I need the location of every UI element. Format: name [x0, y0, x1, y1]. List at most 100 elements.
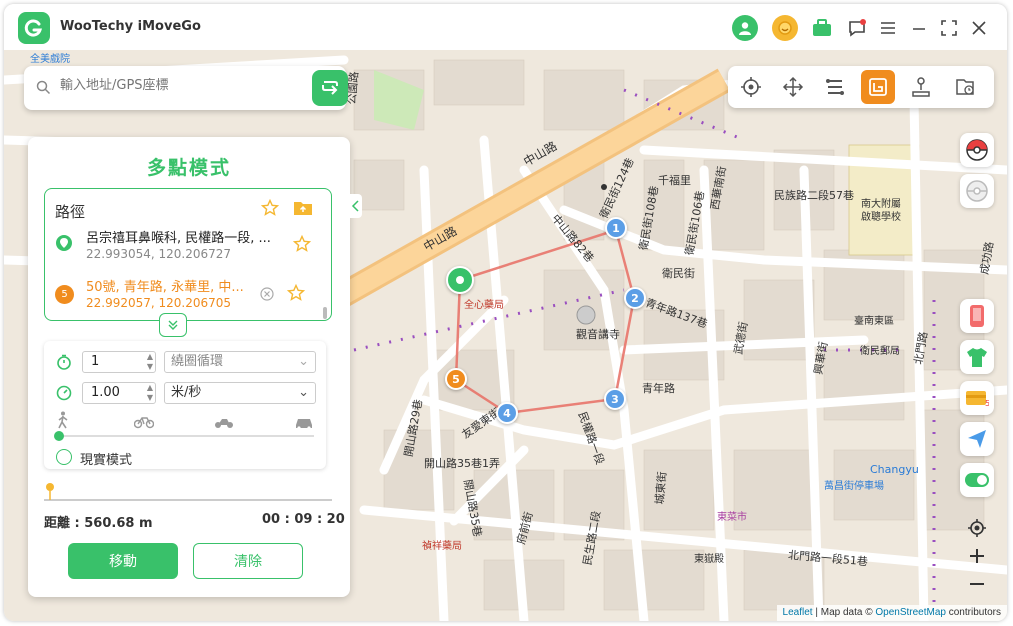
speedometer-icon	[56, 385, 72, 405]
expand-list-button[interactable]	[159, 313, 187, 337]
map-label: 禎祥藥局	[422, 541, 462, 552]
time-label: 00 : 09 : 20	[262, 512, 345, 527]
route-lines-icon[interactable]	[818, 70, 852, 104]
history-icon[interactable]	[948, 70, 982, 104]
route-item-coord: 22.993054, 120.206727	[86, 247, 232, 261]
svg-text:5: 5	[985, 399, 989, 408]
joystick-icon[interactable]	[904, 70, 938, 104]
zoom-out-icon[interactable]	[960, 567, 994, 601]
map-label: 千福里	[658, 174, 691, 187]
leaflet-link[interactable]: Leaflet	[783, 607, 813, 618]
move-button[interactable]: 移動	[68, 543, 178, 579]
route-pin-1[interactable]: 1	[605, 217, 627, 239]
map-label: 全心藥局	[464, 300, 504, 311]
chevron-double-down-icon	[168, 320, 178, 330]
favorite-route-icon[interactable]	[260, 198, 280, 221]
loop-mode-select[interactable]: 繞圈循環 ⌄	[164, 351, 316, 373]
user-avatar-icon[interactable]	[732, 15, 758, 41]
search-go-button[interactable]	[312, 70, 348, 106]
toolbox-icon[interactable]	[809, 15, 835, 41]
send-icon[interactable]	[960, 422, 994, 456]
save-folder-icon[interactable]	[293, 199, 313, 221]
search-bar	[24, 66, 348, 110]
route-item-name: 呂宗禧耳鼻喉科, 民權路一段, ...	[86, 231, 271, 246]
loop-count-value: 1	[91, 354, 100, 369]
pokeball-disabled-icon[interactable]	[960, 174, 994, 208]
tshirt-icon[interactable]	[960, 340, 994, 374]
loop-mode-value: 繞圈循環	[171, 354, 224, 369]
distance-label: 距離 : 560.68 m	[44, 516, 153, 531]
coin-icon[interactable]	[772, 15, 798, 41]
clear-button[interactable]: 清除	[193, 543, 303, 579]
speed-slider-track[interactable]	[56, 435, 314, 437]
crosshair-icon[interactable]	[734, 70, 768, 104]
title-bar: WooTechy iMoveGo	[4, 4, 1007, 50]
route-pin-3[interactable]: 3	[604, 388, 626, 410]
fullscreen-icon[interactable]	[936, 15, 962, 41]
map-label: 衛民郵局	[860, 346, 900, 357]
search-input[interactable]	[60, 78, 300, 93]
speed-input[interactable]: 1.00 ▲ ▼	[82, 382, 156, 404]
collapse-panel-icon[interactable]	[350, 194, 362, 218]
mode-toolbar	[728, 66, 994, 108]
route-item-name: 50號, 青年路, 永華里, 中...	[86, 280, 244, 295]
attribution-tail: contributors	[945, 607, 1001, 618]
card-icon[interactable]: 5	[960, 381, 994, 415]
feedback-icon[interactable]	[844, 15, 870, 41]
route-list: 路徑 呂宗禧耳鼻喉科, 民權路一段, ... 22.993054, 120.20…	[44, 188, 332, 321]
route-pin-5[interactable]: 5	[445, 368, 467, 390]
car-icon[interactable]	[294, 415, 314, 434]
map-label: 民族路二段57巷	[774, 189, 854, 202]
multi-spot-icon[interactable]	[861, 70, 895, 104]
map-label: 青年路	[642, 382, 675, 395]
progress-track	[44, 499, 332, 501]
timer-icon	[56, 354, 72, 374]
map-label: 啟聰學校	[861, 212, 901, 223]
menu-icon[interactable]	[875, 15, 901, 41]
map-label: 萬昌街停車場	[824, 481, 884, 492]
route-label: 路徑	[55, 203, 86, 221]
map-label: 東嶽殿	[694, 554, 724, 565]
search-icon	[36, 80, 51, 99]
walk-icon[interactable]	[56, 411, 70, 433]
toggle-icon[interactable]	[960, 463, 994, 497]
attribution-text: | Map data ©	[812, 607, 876, 618]
osm-link[interactable]: OpenStreetMap	[875, 607, 946, 618]
close-icon[interactable]	[966, 15, 992, 41]
route-item-coord: 22.992057, 120.206705	[86, 296, 232, 310]
map-label: 衛民街	[662, 267, 695, 280]
map-label: 開山路35巷1弄	[424, 457, 500, 470]
stepper-icon[interactable]: ▲ ▼	[147, 352, 153, 372]
route-list-scrollbar[interactable]	[323, 307, 327, 319]
app-logo-icon	[18, 12, 50, 44]
bicycle-icon[interactable]	[133, 414, 155, 433]
move-arrows-icon[interactable]	[776, 70, 810, 104]
speed-value: 1.00	[91, 385, 120, 400]
map-attribution: Leaflet | Map data © OpenStreetMap contr…	[776, 605, 1007, 621]
minimize-icon[interactable]	[906, 15, 932, 41]
speed-slider-handle[interactable]	[54, 431, 64, 441]
realistic-mode-radio[interactable]	[56, 449, 72, 465]
motorcycle-icon[interactable]	[214, 415, 234, 434]
progress-marker-icon[interactable]	[45, 482, 55, 504]
stepper-icon[interactable]: ▲ ▼	[147, 383, 153, 403]
chevron-down-icon: ⌄	[298, 354, 309, 369]
app-title: WooTechy iMoveGo	[60, 19, 201, 34]
chevron-down-icon: ⌄	[298, 385, 309, 400]
map-label: 城東街	[653, 471, 669, 506]
route-pin-4[interactable]: 4	[496, 402, 518, 424]
remove-item-icon[interactable]	[260, 286, 274, 305]
panel-title: 多點模式	[146, 157, 231, 179]
loop-count-input[interactable]: 1 ▲ ▼	[82, 351, 156, 373]
realistic-mode-label: 現實模式	[80, 453, 133, 468]
pokeball-icon[interactable]	[960, 133, 994, 167]
favorite-icon[interactable]	[292, 234, 312, 257]
start-location-marker[interactable]	[446, 266, 474, 294]
return-arrow-icon	[322, 81, 338, 95]
movement-settings: 1 ▲ ▼ 繞圈循環 ⌄ 1.00 ▲ ▼ 米/秒 ⌄ 現實模式	[44, 341, 326, 469]
route-item-badge: 5	[55, 285, 74, 304]
route-pin-2[interactable]: 2	[624, 287, 646, 309]
favorite-icon[interactable]	[286, 283, 306, 306]
speed-unit-select[interactable]: 米/秒 ⌄	[164, 382, 316, 404]
phone-icon[interactable]	[960, 299, 994, 333]
